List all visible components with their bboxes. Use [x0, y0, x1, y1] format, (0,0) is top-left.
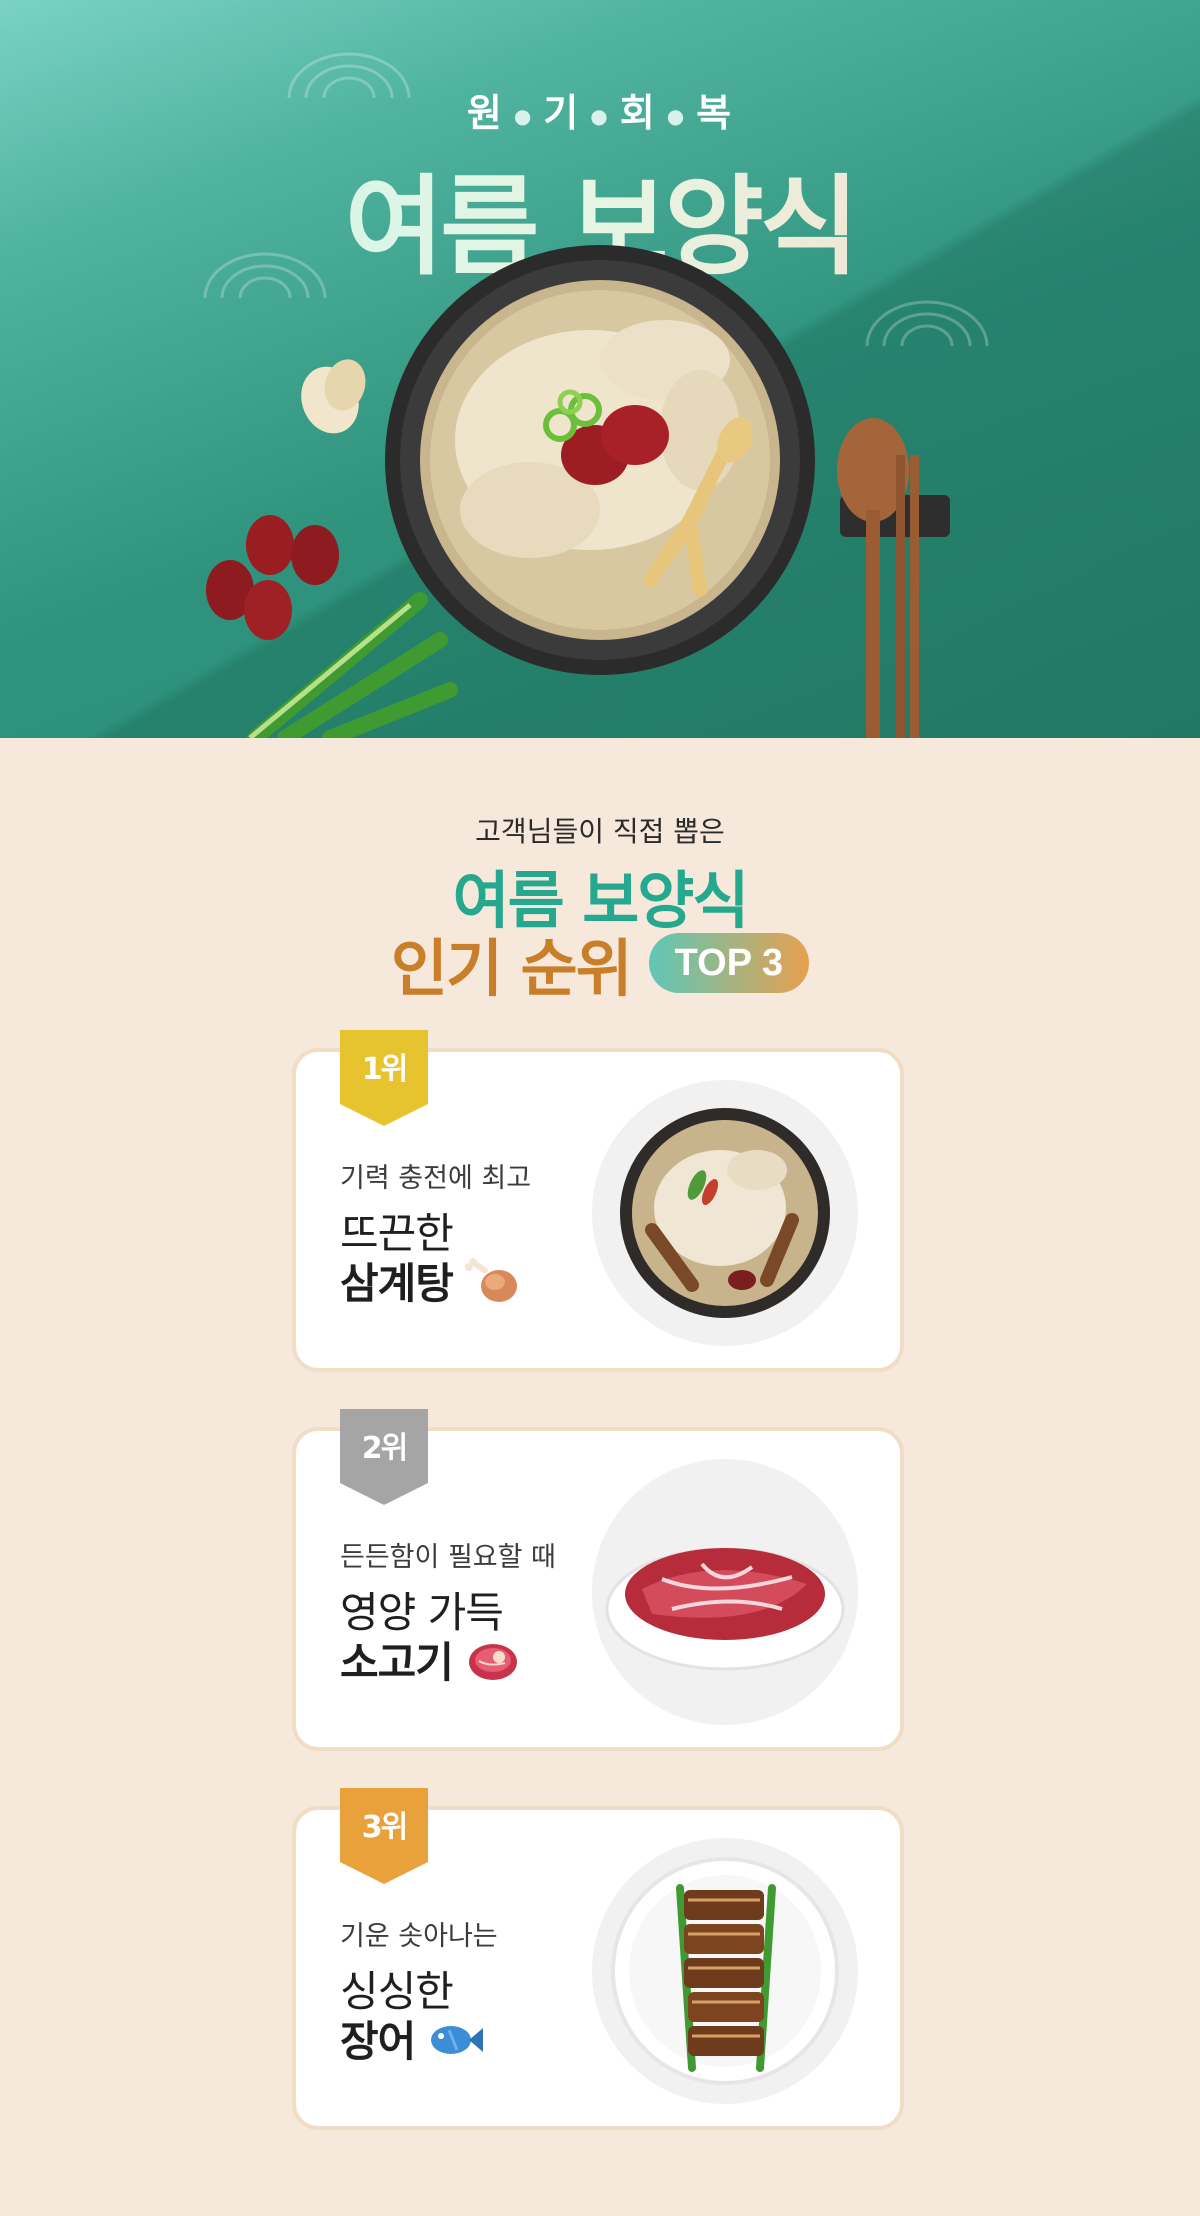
fish-icon [431, 2025, 484, 2054]
samgyetang-photo [592, 1080, 858, 1346]
chicken-leg-icon [464, 1257, 517, 1302]
rank-label: 1위 [361, 1052, 408, 1087]
rank-label: 2위 [361, 1431, 408, 1466]
card-subtitle: 든든함이 필요할 때 [340, 1542, 556, 1573]
ranking-subtitle: 인기 순위 [390, 932, 633, 1005]
card-title-line2: 소고기 [340, 1629, 521, 1690]
hero-banner: 원 ● 기 ● 회 ● 복 여름 보양식 [0, 0, 1200, 738]
beef-photo [592, 1459, 858, 1725]
beef-image [605, 1547, 845, 1671]
rank-card-2[interactable]: 2위 든든함이 필요할 때 영양 가득 소고기 [292, 1409, 904, 1751]
rank-card-3[interactable]: 3위 기운 솟아나는 싱싱한 장어 [292, 1788, 904, 2130]
card-title-line2: 장어 [340, 2008, 484, 2069]
card-title-line2: 삼계탕 [340, 1250, 521, 1311]
rank-label: 3위 [361, 1810, 408, 1845]
card-food-name: 장어 [340, 2017, 416, 2066]
card-subtitle: 기력 충전에 최고 [340, 1163, 532, 1194]
eel-photo [592, 1838, 858, 2104]
ranking-lead: 고객님들이 직접 뽑은 [475, 815, 725, 848]
rank-card-1[interactable]: 1위 기력 충전에 최고 뜨끈한 삼계탕 [292, 1030, 904, 1372]
card-food-name: 소고기 [340, 1638, 454, 1687]
ranking-subtitle-row: 인기 순위 TOP 3 [0, 918, 1200, 1008]
samgyetang-image [620, 1108, 830, 1318]
card-food-name: 삼계탕 [340, 1259, 454, 1308]
card-subtitle: 기운 솟아나는 [340, 1921, 498, 1952]
steak-icon [468, 1643, 517, 1680]
eel-image [611, 1857, 839, 2085]
top3-badge: TOP 3 [648, 933, 810, 993]
samgyetang-illustration [206, 245, 950, 738]
